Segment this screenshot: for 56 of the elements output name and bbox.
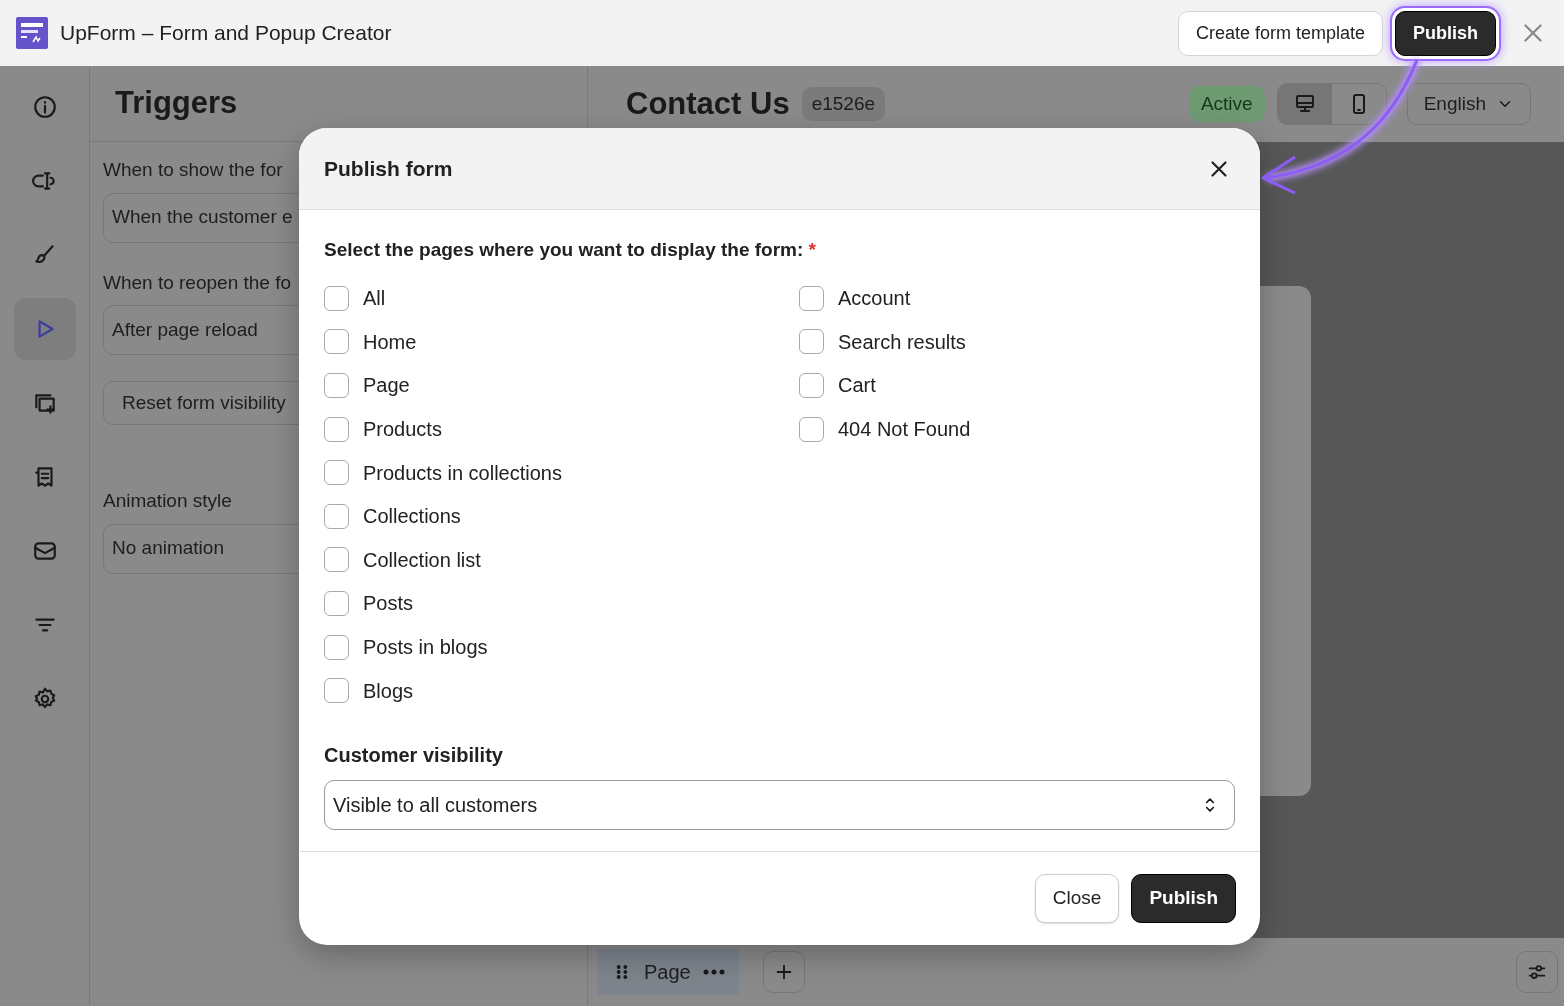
checkbox[interactable]	[324, 285, 349, 311]
field-label: Customer visibility	[324, 743, 504, 769]
field-label: When to reopen the fo	[103, 270, 292, 295]
form-id-tag: e1526e	[801, 86, 886, 122]
checkbox[interactable]	[324, 460, 349, 486]
checkbox-label: Account	[838, 286, 911, 312]
more-icon[interactable]	[702, 969, 725, 975]
checkbox[interactable]	[324, 634, 349, 660]
add-page-button[interactable]	[762, 951, 805, 993]
checkbox-label: Cart	[838, 373, 876, 399]
publish-button[interactable]: Publish	[1131, 874, 1236, 923]
checkbox-label: Collection list	[363, 547, 481, 573]
checkbox-label: 404 Not Found	[838, 417, 971, 443]
checkbox-label: Products in collections	[363, 460, 562, 486]
checkbox[interactable]	[324, 678, 349, 704]
checkbox-label: Posts	[363, 591, 414, 617]
checkbox[interactable]	[324, 547, 349, 573]
form-title: Contact Us	[626, 84, 790, 123]
checkbox[interactable]	[799, 373, 824, 398]
page-tab[interactable]: Page	[598, 949, 739, 995]
app-logo-icon	[16, 17, 48, 49]
dialog-title: Publish form	[324, 155, 453, 182]
info-icon	[31, 94, 58, 120]
checkbox[interactable]	[324, 373, 349, 398]
checkbox-label: Blogs	[363, 678, 414, 704]
required-mark: *	[808, 239, 816, 260]
checkbox[interactable]	[324, 590, 349, 616]
visibility-select[interactable]: Visible to all customers	[324, 780, 1235, 831]
checkbox[interactable]	[799, 416, 824, 442]
view-toggle[interactable]	[1277, 84, 1332, 124]
checkbox-label: Products	[363, 417, 442, 443]
app-title: UpForm – Form and Popup Creator	[60, 20, 392, 47]
select-field[interactable]: No animation	[103, 523, 299, 574]
select-field[interactable]: After page reload	[103, 305, 299, 355]
status-badge: Active	[1188, 85, 1265, 123]
checkbox[interactable]	[799, 329, 824, 355]
close-button[interactable]: Close	[1034, 874, 1120, 923]
checkbox-label: Page	[363, 373, 410, 399]
checkbox[interactable]	[324, 416, 349, 442]
checkbox[interactable]	[799, 285, 824, 311]
prompt-text: Select the pages where you want to display the form:	[324, 239, 804, 260]
language-dropdown[interactable]: English	[1406, 83, 1531, 125]
select-field[interactable]: When the customer e	[103, 192, 299, 243]
checkbox-label: Posts in blogs	[363, 635, 488, 661]
checkbox-label: Home	[363, 329, 417, 355]
field-label: When to show the for	[103, 158, 284, 182]
checkbox-label: All	[363, 286, 386, 312]
checkbox[interactable]	[324, 329, 349, 355]
checkbox-label: Search results	[838, 329, 966, 355]
field-label: Animation style	[103, 489, 233, 513]
panel-title: Triggers	[115, 84, 238, 123]
checkbox-label: Collections	[363, 504, 461, 530]
adjust-button[interactable]	[1516, 951, 1558, 993]
checkbox[interactable]	[324, 503, 349, 529]
reset-button[interactable]: Reset form visibility	[103, 381, 299, 425]
template-button[interactable]: Create form template	[1177, 10, 1383, 56]
